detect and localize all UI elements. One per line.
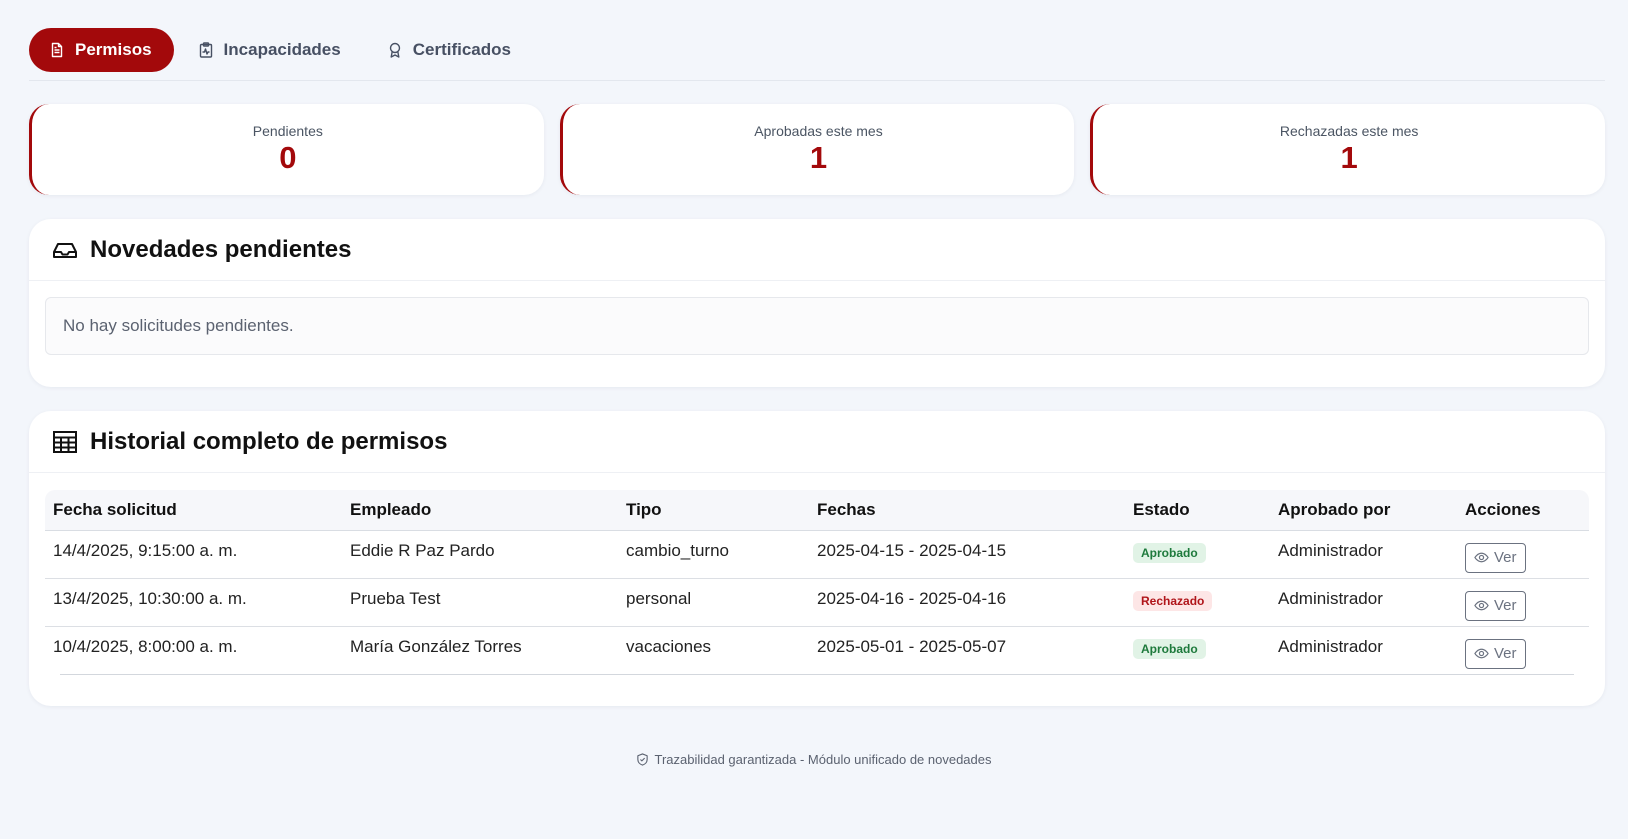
history-card: Historial completo de permisos Fecha sol…	[29, 411, 1605, 706]
view-button-label: Ver	[1494, 549, 1517, 566]
tab-label: Certificados	[412, 40, 511, 59]
pending-card-header: Novedades pendientes	[29, 219, 1605, 281]
column-header: Aprobado por	[1270, 490, 1457, 531]
table-icon	[53, 430, 77, 453]
cell-estado: Rechazado	[1125, 578, 1270, 627]
stat-card-aprobadas: Aprobadas este mes 1	[559, 104, 1075, 195]
history-card-header: Historial completo de permisos	[29, 411, 1605, 473]
document-icon	[51, 42, 63, 58]
status-badge: Aprobado	[1133, 542, 1206, 563]
eye-icon	[1474, 552, 1489, 563]
cell-fechas: 2025-05-01 - 2025-05-07	[817, 636, 1007, 656]
column-header: Fecha solicitud	[45, 490, 342, 531]
view-button-label: Ver	[1494, 597, 1517, 614]
stat-label: Aprobadas este mes	[754, 123, 883, 139]
column-header: Empleado	[342, 490, 618, 531]
table-header-row: Fecha solicitud Empleado Tipo Fechas Est…	[45, 490, 1589, 531]
empty-state-message: No hay solicitudes pendientes.	[45, 297, 1589, 355]
cell-tipo: personal	[618, 578, 809, 627]
footer: Trazabilidad garantizada - Módulo unific…	[0, 752, 1628, 767]
stats-row: Pendientes 0 Aprobadas este mes 1 Rechaz…	[29, 104, 1606, 195]
column-header: Tipo	[618, 490, 809, 531]
history-table-wrapper: Fecha solicitud Empleado Tipo Fechas Est…	[45, 490, 1589, 674]
tab-permisos[interactable]: Permisos	[29, 28, 174, 72]
cell-tipo: vacaciones	[626, 636, 712, 656]
stat-value: 1	[809, 140, 828, 175]
tab-label: Incapacidades	[223, 40, 341, 59]
cell-aprobado-por: Administrador	[1278, 636, 1383, 656]
stat-label: Pendientes	[252, 123, 323, 139]
cell-acciones: Ver	[1457, 626, 1589, 674]
award-icon	[389, 42, 400, 58]
cell-estado: Aprobado	[1125, 530, 1270, 579]
table-row: 13/4/2025, 10:30:00 a. m. Prueba Test pe…	[45, 578, 1589, 627]
table-bottom-divider	[60, 674, 1574, 675]
view-button[interactable]: Ver	[1465, 638, 1526, 669]
column-header: Fechas	[809, 490, 1125, 531]
cell-fecha: 14/4/2025, 9:15:00 a. m.	[45, 530, 342, 579]
stat-value: 1	[1340, 140, 1358, 175]
history-table: Fecha solicitud Empleado Tipo Fechas Est…	[45, 490, 1589, 674]
column-header: Estado	[1125, 490, 1270, 531]
view-button-label: Ver	[1494, 645, 1517, 662]
cell-empleado: María González Torres	[350, 636, 522, 656]
stat-label: Rechazadas este mes	[1279, 123, 1419, 139]
cell-fechas: 2025-04-15 - 2025-04-15	[809, 530, 1125, 579]
status-badge: Aprobado	[1133, 638, 1206, 659]
cell-tipo: cambio_turno	[618, 530, 809, 579]
table-row: 14/4/2025, 9:15:00 a. m. Eddie R Paz Par…	[45, 530, 1589, 579]
inbox-icon	[53, 242, 77, 258]
cell-aprobado-por: Administrador	[1270, 530, 1457, 579]
shield-check-icon	[637, 753, 649, 766]
stat-value: 0	[279, 140, 297, 175]
cell-aprobado-por: Administrador	[1270, 578, 1457, 627]
stat-card-rechazadas: Rechazadas este mes 1	[1090, 104, 1606, 195]
clipboard-pulse-icon	[199, 42, 212, 58]
cell-empleado: Eddie R Paz Pardo	[342, 530, 618, 579]
tab-label: Permisos	[75, 40, 152, 59]
stat-card-pendientes: Pendientes 0	[29, 104, 544, 195]
card-title: Historial completo de permisos	[90, 427, 448, 455]
cell-acciones: Ver	[1457, 530, 1589, 579]
view-button[interactable]: Ver	[1465, 590, 1526, 621]
table-row: 10/4/2025, 8:00:00 a. m. María González …	[45, 626, 1589, 674]
footer-text: Trazabilidad garantizada - Módulo unific…	[654, 752, 992, 767]
eye-icon	[1474, 648, 1489, 659]
pending-card: Novedades pendientes No hay solicitudes …	[29, 219, 1605, 387]
status-badge: Rechazado	[1133, 590, 1213, 611]
cell-fechas: 2025-04-16 - 2025-04-16	[809, 578, 1125, 627]
cell-fecha: 13/4/2025, 10:30:00 a. m.	[45, 578, 342, 627]
column-header: Acciones	[1457, 490, 1589, 531]
tab-certificados[interactable]: Certificados	[367, 28, 533, 72]
cell-empleado: Prueba Test	[342, 578, 618, 627]
cell-estado: Aprobado	[1125, 626, 1270, 674]
view-button[interactable]: Ver	[1465, 542, 1526, 573]
tab-incapacidades[interactable]: Incapacidades	[178, 28, 363, 72]
tab-bar: Permisos Incapacidades Certificados	[29, 28, 1605, 81]
card-title: Novedades pendientes	[90, 235, 352, 263]
cell-fecha: 10/4/2025, 8:00:00 a. m.	[53, 636, 238, 656]
cell-acciones: Ver	[1457, 578, 1589, 627]
eye-icon	[1474, 600, 1489, 611]
